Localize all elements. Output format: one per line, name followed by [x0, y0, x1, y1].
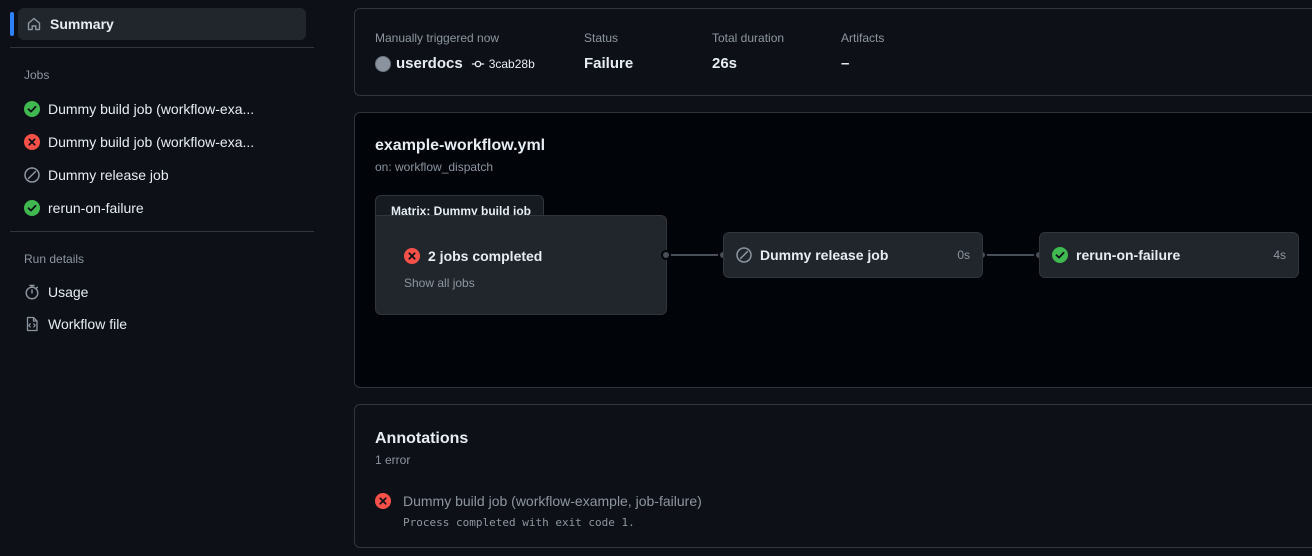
- run-details-section-title: Run details: [24, 252, 85, 266]
- matrix-status: 2 jobs completed: [404, 248, 542, 264]
- matrix-status-label: 2 jobs completed: [428, 248, 543, 264]
- git-commit-icon: [471, 60, 484, 67]
- sidebar-item-usage[interactable]: Usage: [18, 277, 306, 307]
- x-circle-icon: [375, 493, 391, 509]
- annotations-count: 1 error: [375, 453, 411, 467]
- user-link[interactable]: userdocs: [396, 55, 463, 72]
- x-circle-icon: [24, 134, 40, 150]
- job-node-dummy-release[interactable]: Dummy release job 0s: [723, 232, 983, 278]
- matrix-group[interactable]: 2 jobs completed Show all jobs: [375, 215, 667, 315]
- selected-indicator: [10, 12, 14, 36]
- sidebar-item-summary[interactable]: Summary: [18, 8, 306, 40]
- sidebar-item-label: Usage: [48, 284, 89, 300]
- sidebar-divider: [10, 231, 314, 232]
- job-node-label: Dummy release job: [760, 247, 889, 263]
- annotation-message: Process completed with exit code 1.: [403, 516, 635, 529]
- sidebar-item-label: Summary: [50, 16, 114, 32]
- artifacts-value: –: [841, 55, 850, 72]
- connector-dot: [661, 250, 671, 260]
- sidebar-item-label: rerun-on-failure: [48, 200, 144, 216]
- sidebar-item-job[interactable]: Dummy build job (workflow-exa...: [18, 94, 306, 124]
- sidebar-item-workflow-file[interactable]: Workflow file: [18, 309, 306, 339]
- x-circle-icon: [404, 248, 420, 264]
- trigger-value: userdocs 3cab28b: [375, 55, 535, 72]
- sidebar-item-job[interactable]: rerun-on-failure: [18, 193, 306, 223]
- avatar: [375, 55, 391, 72]
- commit-link[interactable]: 3cab28b: [471, 57, 535, 71]
- job-node-label: rerun-on-failure: [1076, 247, 1181, 263]
- workflow-graph-card: example-workflow.yml on: workflow_dispat…: [354, 112, 1312, 388]
- trigger-label: Manually triggered now: [375, 31, 500, 45]
- workflow-trigger: on: workflow_dispatch: [375, 160, 494, 174]
- job-node-duration: 0s: [957, 248, 970, 262]
- status-value: Failure: [584, 55, 634, 72]
- artifacts-column: Artifacts –: [841, 31, 884, 72]
- check-circle-icon: [24, 200, 40, 216]
- trigger-column: Manually triggered now userdocs 3cab28b: [375, 31, 535, 72]
- sidebar-item-label: Workflow file: [48, 316, 128, 332]
- status-column: Status Failure: [584, 31, 633, 72]
- annotations-title: Annotations: [375, 430, 469, 447]
- show-all-jobs-link[interactable]: Show all jobs: [404, 276, 475, 290]
- app-layout: Summary Jobs Dummy build job (workflow-e…: [0, 0, 1312, 556]
- job-node-rerun-on-failure[interactable]: rerun-on-failure 4s: [1039, 232, 1299, 278]
- graph-connector: [983, 254, 1039, 256]
- file-code-icon: [26, 316, 38, 332]
- run-meta-card: Manually triggered now userdocs 3cab28b …: [354, 8, 1312, 96]
- sidebar-item-label: Dummy build job (workflow-exa...: [48, 134, 255, 150]
- workflow-file-title[interactable]: example-workflow.yml: [375, 137, 545, 155]
- check-circle-icon: [24, 101, 40, 117]
- sidebar: Summary Jobs Dummy build job (workflow-e…: [0, 0, 330, 556]
- annotation-job-link[interactable]: Dummy build job (workflow-example, job-f…: [403, 493, 702, 509]
- home-icon: [27, 17, 41, 31]
- commit-sha: 3cab28b: [488, 56, 535, 71]
- annotation-item[interactable]: Dummy build job (workflow-example, job-f…: [375, 493, 702, 509]
- skipped-icon: [736, 247, 752, 263]
- check-circle-icon: [1052, 247, 1068, 263]
- sidebar-item-job[interactable]: Dummy build job (workflow-exa...: [18, 127, 306, 157]
- artifacts-label: Artifacts: [841, 31, 885, 45]
- job-node-duration: 4s: [1273, 248, 1286, 262]
- jobs-section-title: Jobs: [24, 68, 50, 82]
- duration-column: Total duration 26s: [712, 31, 784, 72]
- skipped-icon: [24, 167, 40, 183]
- sidebar-item-job[interactable]: Dummy release job: [18, 160, 306, 190]
- status-label: Status: [584, 31, 619, 45]
- graph-connector: [667, 254, 723, 256]
- sidebar-item-label: Dummy build job (workflow-exa...: [48, 101, 255, 117]
- duration-label: Total duration: [712, 31, 785, 45]
- stopwatch-icon: [25, 284, 39, 300]
- annotations-card: Annotations 1 error Dummy build job (wor…: [354, 404, 1312, 548]
- duration-value: 26s: [712, 55, 738, 72]
- sidebar-item-label: Dummy release job: [48, 167, 169, 183]
- sidebar-divider: [10, 47, 314, 48]
